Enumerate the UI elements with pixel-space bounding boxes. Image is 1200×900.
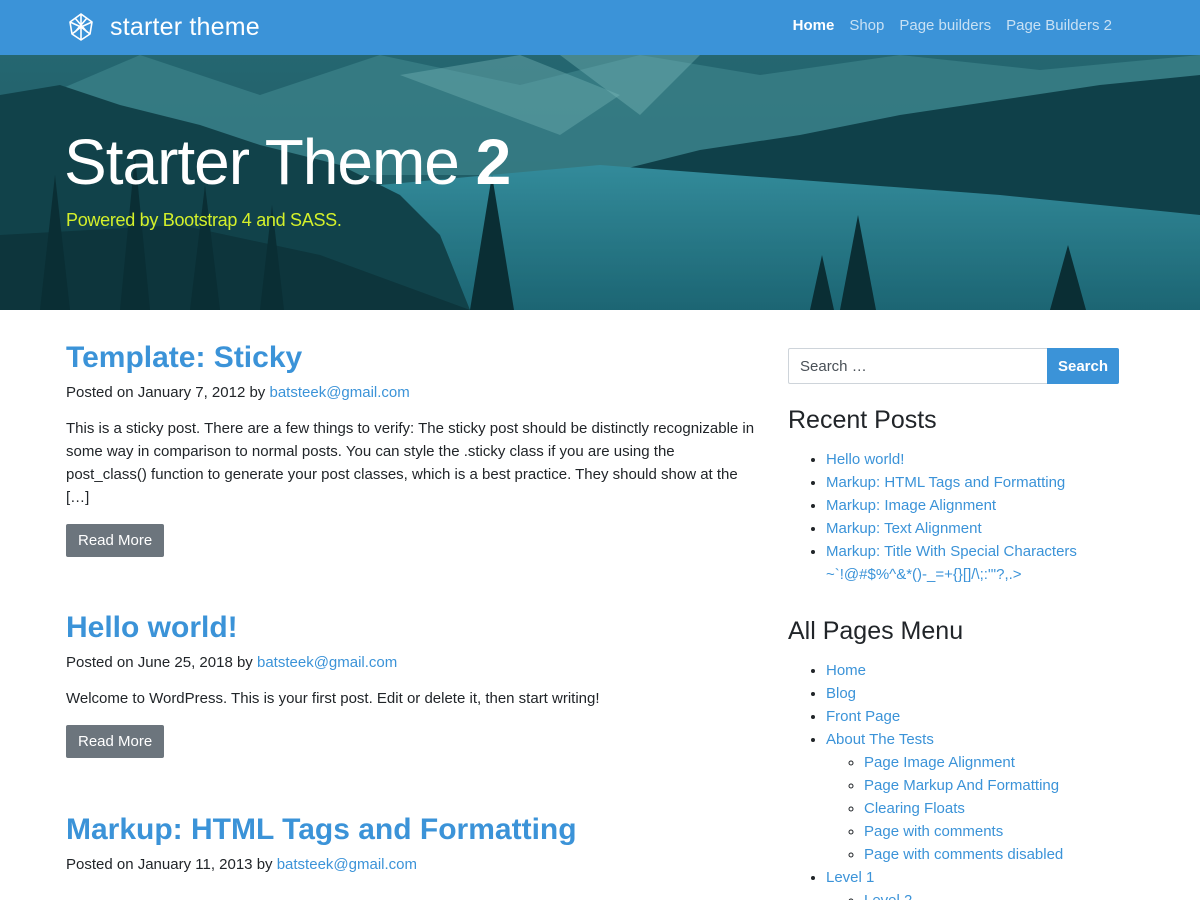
page-link-level-2[interactable]: Level 2 xyxy=(864,892,912,900)
main-nav: Home Shop Page builders Page Builders 2 xyxy=(778,17,1112,34)
recent-post-link[interactable]: Hello world! xyxy=(826,451,904,468)
page-link[interactable]: Page Image Alignment xyxy=(864,754,1015,771)
pinecone-icon xyxy=(69,13,93,41)
page-link-front-page[interactable]: Front Page xyxy=(826,708,900,725)
hero-title-light: Starter Theme xyxy=(64,126,476,198)
widget-title: Recent Posts xyxy=(788,406,937,434)
page-link[interactable]: Page with comments xyxy=(864,823,1003,840)
hero-title: Starter Theme 2 xyxy=(64,125,512,199)
list-item: Markup: HTML Tags and Formatting xyxy=(826,471,1120,494)
list-item: Page with comments disabled xyxy=(864,843,1120,866)
nav-item-page-builders-2[interactable]: Page Builders 2 xyxy=(1006,17,1112,34)
top-navbar: starter theme Home Shop Page builders Pa… xyxy=(0,0,1200,55)
post-excerpt: Welcome to WordPress. This is your first… xyxy=(66,690,600,707)
nav-item-shop[interactable]: Shop xyxy=(849,17,884,34)
recent-post-link[interactable]: Markup: HTML Tags and Formatting xyxy=(826,474,1065,491)
list-item: Front Page xyxy=(826,705,1120,728)
page-link[interactable]: Page Markup And Formatting xyxy=(864,777,1059,794)
post-title-link[interactable]: Markup: HTML Tags and Formatting xyxy=(66,810,577,850)
page-link[interactable]: Page with comments disabled xyxy=(864,846,1063,863)
post-meta: Posted on January 7, 2012 by batsteek@gm… xyxy=(66,382,756,404)
list-item: Markup: Title With Special Characters ~`… xyxy=(826,540,1120,586)
post-author-link[interactable]: batsteek@gmail.com xyxy=(269,384,409,401)
page-link-level-1[interactable]: Level 1 xyxy=(826,869,874,886)
nav-item-page-builders[interactable]: Page builders xyxy=(899,17,991,34)
recent-post-link[interactable]: Markup: Title With Special Characters ~`… xyxy=(826,543,1077,583)
post-title-link[interactable]: Template: Sticky xyxy=(66,338,756,378)
page-link[interactable]: Clearing Floats xyxy=(864,800,965,817)
list-item: Level 2 xyxy=(864,889,1120,900)
post-article: Hello world! Posted on June 25, 2018 by … xyxy=(66,608,600,758)
recent-posts-list: Hello world! Markup: HTML Tags and Forma… xyxy=(788,448,1120,586)
list-item: About The Tests Page Image Alignment Pag… xyxy=(826,728,1120,866)
hero-subtitle: Powered by Bootstrap 4 and SASS. xyxy=(66,210,342,230)
sub-pages-list: Level 2 xyxy=(826,889,1120,900)
list-item: Page Markup And Formatting xyxy=(864,774,1120,797)
search-input[interactable] xyxy=(788,348,1047,384)
post-meta: Posted on June 25, 2018 by batsteek@gmai… xyxy=(66,652,600,674)
post-date: Posted on January 7, 2012 by xyxy=(66,384,270,401)
recent-post-link[interactable]: Markup: Image Alignment xyxy=(826,497,996,514)
sidebar: Search Recent Posts Hello world! Markup:… xyxy=(788,348,1120,900)
page-link-blog[interactable]: Blog xyxy=(826,685,856,702)
list-item: Page Image Alignment xyxy=(864,751,1120,774)
pages-list: Home Blog Front Page About The Tests Pag… xyxy=(788,659,1120,900)
search-button[interactable]: Search xyxy=(1047,348,1119,384)
list-item: Level 1 Level 2 xyxy=(826,866,1120,900)
read-more-button[interactable]: Read More xyxy=(66,725,165,758)
brand-name: starter theme xyxy=(110,12,260,41)
sub-pages-list: Page Image Alignment Page Markup And For… xyxy=(826,751,1120,866)
recent-posts-widget: Recent Posts Hello world! Markup: HTML T… xyxy=(788,405,1120,586)
list-item: Page with comments xyxy=(864,820,1120,843)
post-excerpt: This is a sticky post. There are a few t… xyxy=(66,420,755,506)
post-title-link[interactable]: Hello world! xyxy=(66,608,600,648)
post-date: Posted on June 25, 2018 by xyxy=(66,654,257,671)
widget-title: All Pages Menu xyxy=(788,617,964,645)
hero-banner: Starter Theme 2 Powered by Bootstrap 4 a… xyxy=(0,55,1200,310)
post-article: Markup: HTML Tags and Formatting Posted … xyxy=(66,810,577,876)
page-link-about-the-tests[interactable]: About The Tests xyxy=(826,731,934,748)
post-author-link[interactable]: batsteek@gmail.com xyxy=(257,654,397,671)
list-item: Hello world! xyxy=(826,448,1120,471)
list-item: Markup: Text Alignment xyxy=(826,517,1120,540)
recent-post-link[interactable]: Markup: Text Alignment xyxy=(826,520,982,537)
all-pages-widget: All Pages Menu Home Blog Front Page Abou… xyxy=(788,616,1120,900)
list-item: Blog xyxy=(826,682,1120,705)
page-link-home[interactable]: Home xyxy=(826,662,866,679)
brand-link[interactable]: starter theme xyxy=(66,11,260,43)
read-more-button[interactable]: Read More xyxy=(66,524,165,557)
post-article: Template: Sticky Posted on January 7, 20… xyxy=(66,338,756,557)
list-item: Clearing Floats xyxy=(864,797,1120,820)
hero-title-bold: 2 xyxy=(475,126,512,198)
post-author-link[interactable]: batsteek@gmail.com xyxy=(277,856,417,873)
nav-item-home[interactable]: Home xyxy=(793,17,835,34)
list-item: Home xyxy=(826,659,1120,682)
post-date: Posted on January 11, 2013 by xyxy=(66,856,277,873)
search-form: Search xyxy=(788,348,1120,384)
list-item: Markup: Image Alignment xyxy=(826,494,1120,517)
post-meta: Posted on January 11, 2013 by batsteek@g… xyxy=(66,854,577,876)
